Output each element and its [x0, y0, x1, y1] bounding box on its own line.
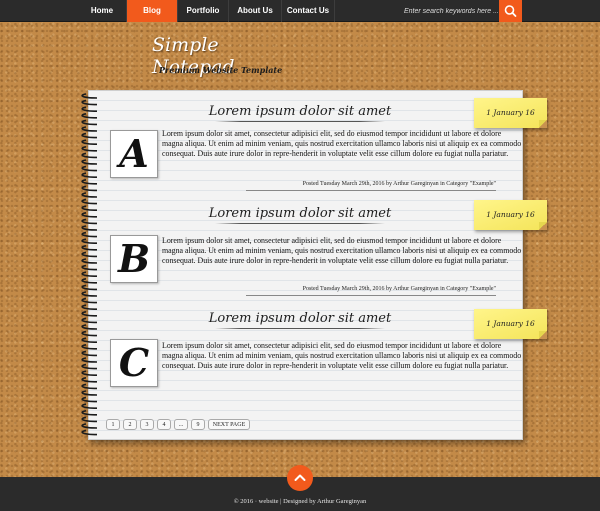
spiral-ring — [81, 291, 98, 297]
spiral-ring — [81, 271, 98, 277]
post-thumbnail[interactable]: B — [110, 235, 158, 283]
spiral-ring — [81, 284, 98, 291]
pagination-ellipsis: ... — [174, 419, 188, 430]
nav-blog[interactable]: Blog — [127, 0, 177, 22]
spiral-ring — [81, 370, 98, 376]
spiral-ring — [81, 423, 98, 429]
pagination-page-1[interactable]: 1 — [106, 419, 120, 430]
spiral-ring — [81, 278, 98, 284]
spiral-ring — [81, 185, 98, 192]
spiral-ring — [81, 410, 98, 416]
spiral-ring — [81, 324, 98, 330]
spiral-ring — [81, 225, 98, 231]
spiral-ring — [81, 317, 98, 324]
chevron-up-icon — [294, 474, 306, 481]
spiral-ring — [81, 152, 98, 159]
date-sticky-note: 1 January 16 — [474, 200, 547, 230]
spiral-ring — [81, 172, 98, 178]
spiral-ring — [81, 198, 98, 205]
spiral-binding — [81, 93, 98, 436]
spiral-ring — [81, 205, 98, 211]
spiral-ring — [81, 218, 98, 225]
spiral-ring — [81, 245, 98, 251]
spiral-ring — [81, 231, 98, 238]
pagination-page-9[interactable]: 9 — [191, 419, 205, 430]
spiral-ring — [81, 126, 98, 132]
spiral-ring — [81, 139, 98, 145]
spiral-ring — [81, 297, 98, 304]
spiral-ring — [81, 132, 98, 139]
post-meta: Posted Tuesday March 29th, 2016 by Arthu… — [302, 286, 496, 292]
post-title[interactable]: Lorem ipsum dolor sit amet — [200, 104, 400, 119]
spiral-ring — [81, 403, 98, 409]
spiral-ring — [81, 264, 98, 271]
spiral-ring — [81, 258, 98, 264]
spiral-ring — [81, 344, 98, 350]
spiral-ring — [81, 119, 98, 126]
search-button[interactable] — [499, 0, 522, 22]
post-thumbnail[interactable]: A — [110, 130, 158, 178]
meta-divider — [246, 190, 496, 191]
spiral-ring — [81, 113, 98, 119]
spiral-ring — [81, 311, 98, 317]
site-logo-subtitle: Premium Website Template — [159, 65, 283, 75]
next-page-button[interactable]: NEXT PAGE — [208, 419, 250, 430]
spiral-ring — [81, 337, 98, 343]
footer-copyright: © 2016 · website | Designed by Arthur Ga… — [233, 498, 367, 505]
title-underline — [215, 121, 385, 122]
spiral-ring — [81, 146, 98, 152]
spiral-ring — [81, 179, 98, 185]
nav-about-us[interactable]: About Us — [229, 0, 281, 22]
pagination-page-4[interactable]: 4 — [157, 419, 171, 430]
title-underline — [215, 328, 385, 329]
magnifier-icon — [504, 5, 517, 17]
spiral-ring — [81, 212, 98, 218]
spiral-ring — [81, 363, 98, 370]
search-input[interactable] — [398, 2, 498, 20]
pagination-page-2[interactable]: 2 — [123, 419, 137, 430]
spiral-ring — [81, 192, 98, 198]
spiral-ring — [81, 377, 98, 383]
top-navbar: Home Blog Portfolio About Us Contact Us — [0, 0, 600, 22]
spiral-ring — [81, 390, 98, 396]
spiral-ring — [81, 238, 98, 244]
meta-divider — [246, 295, 496, 296]
nav-portfolio[interactable]: Portfolio — [178, 0, 228, 22]
nav-divider — [334, 0, 335, 22]
spiral-ring — [81, 330, 98, 337]
date-sticky-note: 1 January 16 — [474, 309, 547, 339]
scroll-to-top-button[interactable] — [287, 465, 313, 491]
spiral-ring — [81, 396, 98, 403]
spiral-ring — [81, 159, 98, 165]
title-underline — [215, 223, 385, 224]
post-thumbnail[interactable]: C — [110, 339, 158, 387]
spiral-ring — [81, 106, 98, 112]
spiral-ring — [81, 357, 98, 363]
spiral-ring — [81, 383, 98, 390]
spiral-ring — [81, 93, 98, 99]
spiral-ring — [81, 165, 98, 172]
spiral-ring — [81, 429, 98, 436]
spiral-ring — [81, 416, 98, 423]
post-title[interactable]: Lorem ipsum dolor sit amet — [200, 206, 400, 221]
post-excerpt: Lorem ipsum dolor sit amet, consectetur … — [162, 236, 522, 265]
spiral-ring — [81, 304, 98, 310]
post-excerpt: Lorem ipsum dolor sit amet, consectetur … — [162, 129, 522, 158]
post-title[interactable]: Lorem ipsum dolor sit amet — [200, 311, 400, 326]
spiral-ring — [81, 99, 98, 106]
pagination-page-3[interactable]: 3 — [140, 419, 154, 430]
post-meta: Posted Tuesday March 29th, 2016 by Arthu… — [302, 181, 496, 187]
date-sticky-note: 1 January 16 — [474, 98, 547, 128]
spiral-ring — [81, 251, 98, 258]
spiral-ring — [81, 350, 98, 357]
post-excerpt: Lorem ipsum dolor sit amet, consectetur … — [162, 341, 522, 370]
nav-home[interactable]: Home — [78, 0, 126, 22]
nav-contact-us[interactable]: Contact Us — [282, 0, 334, 22]
